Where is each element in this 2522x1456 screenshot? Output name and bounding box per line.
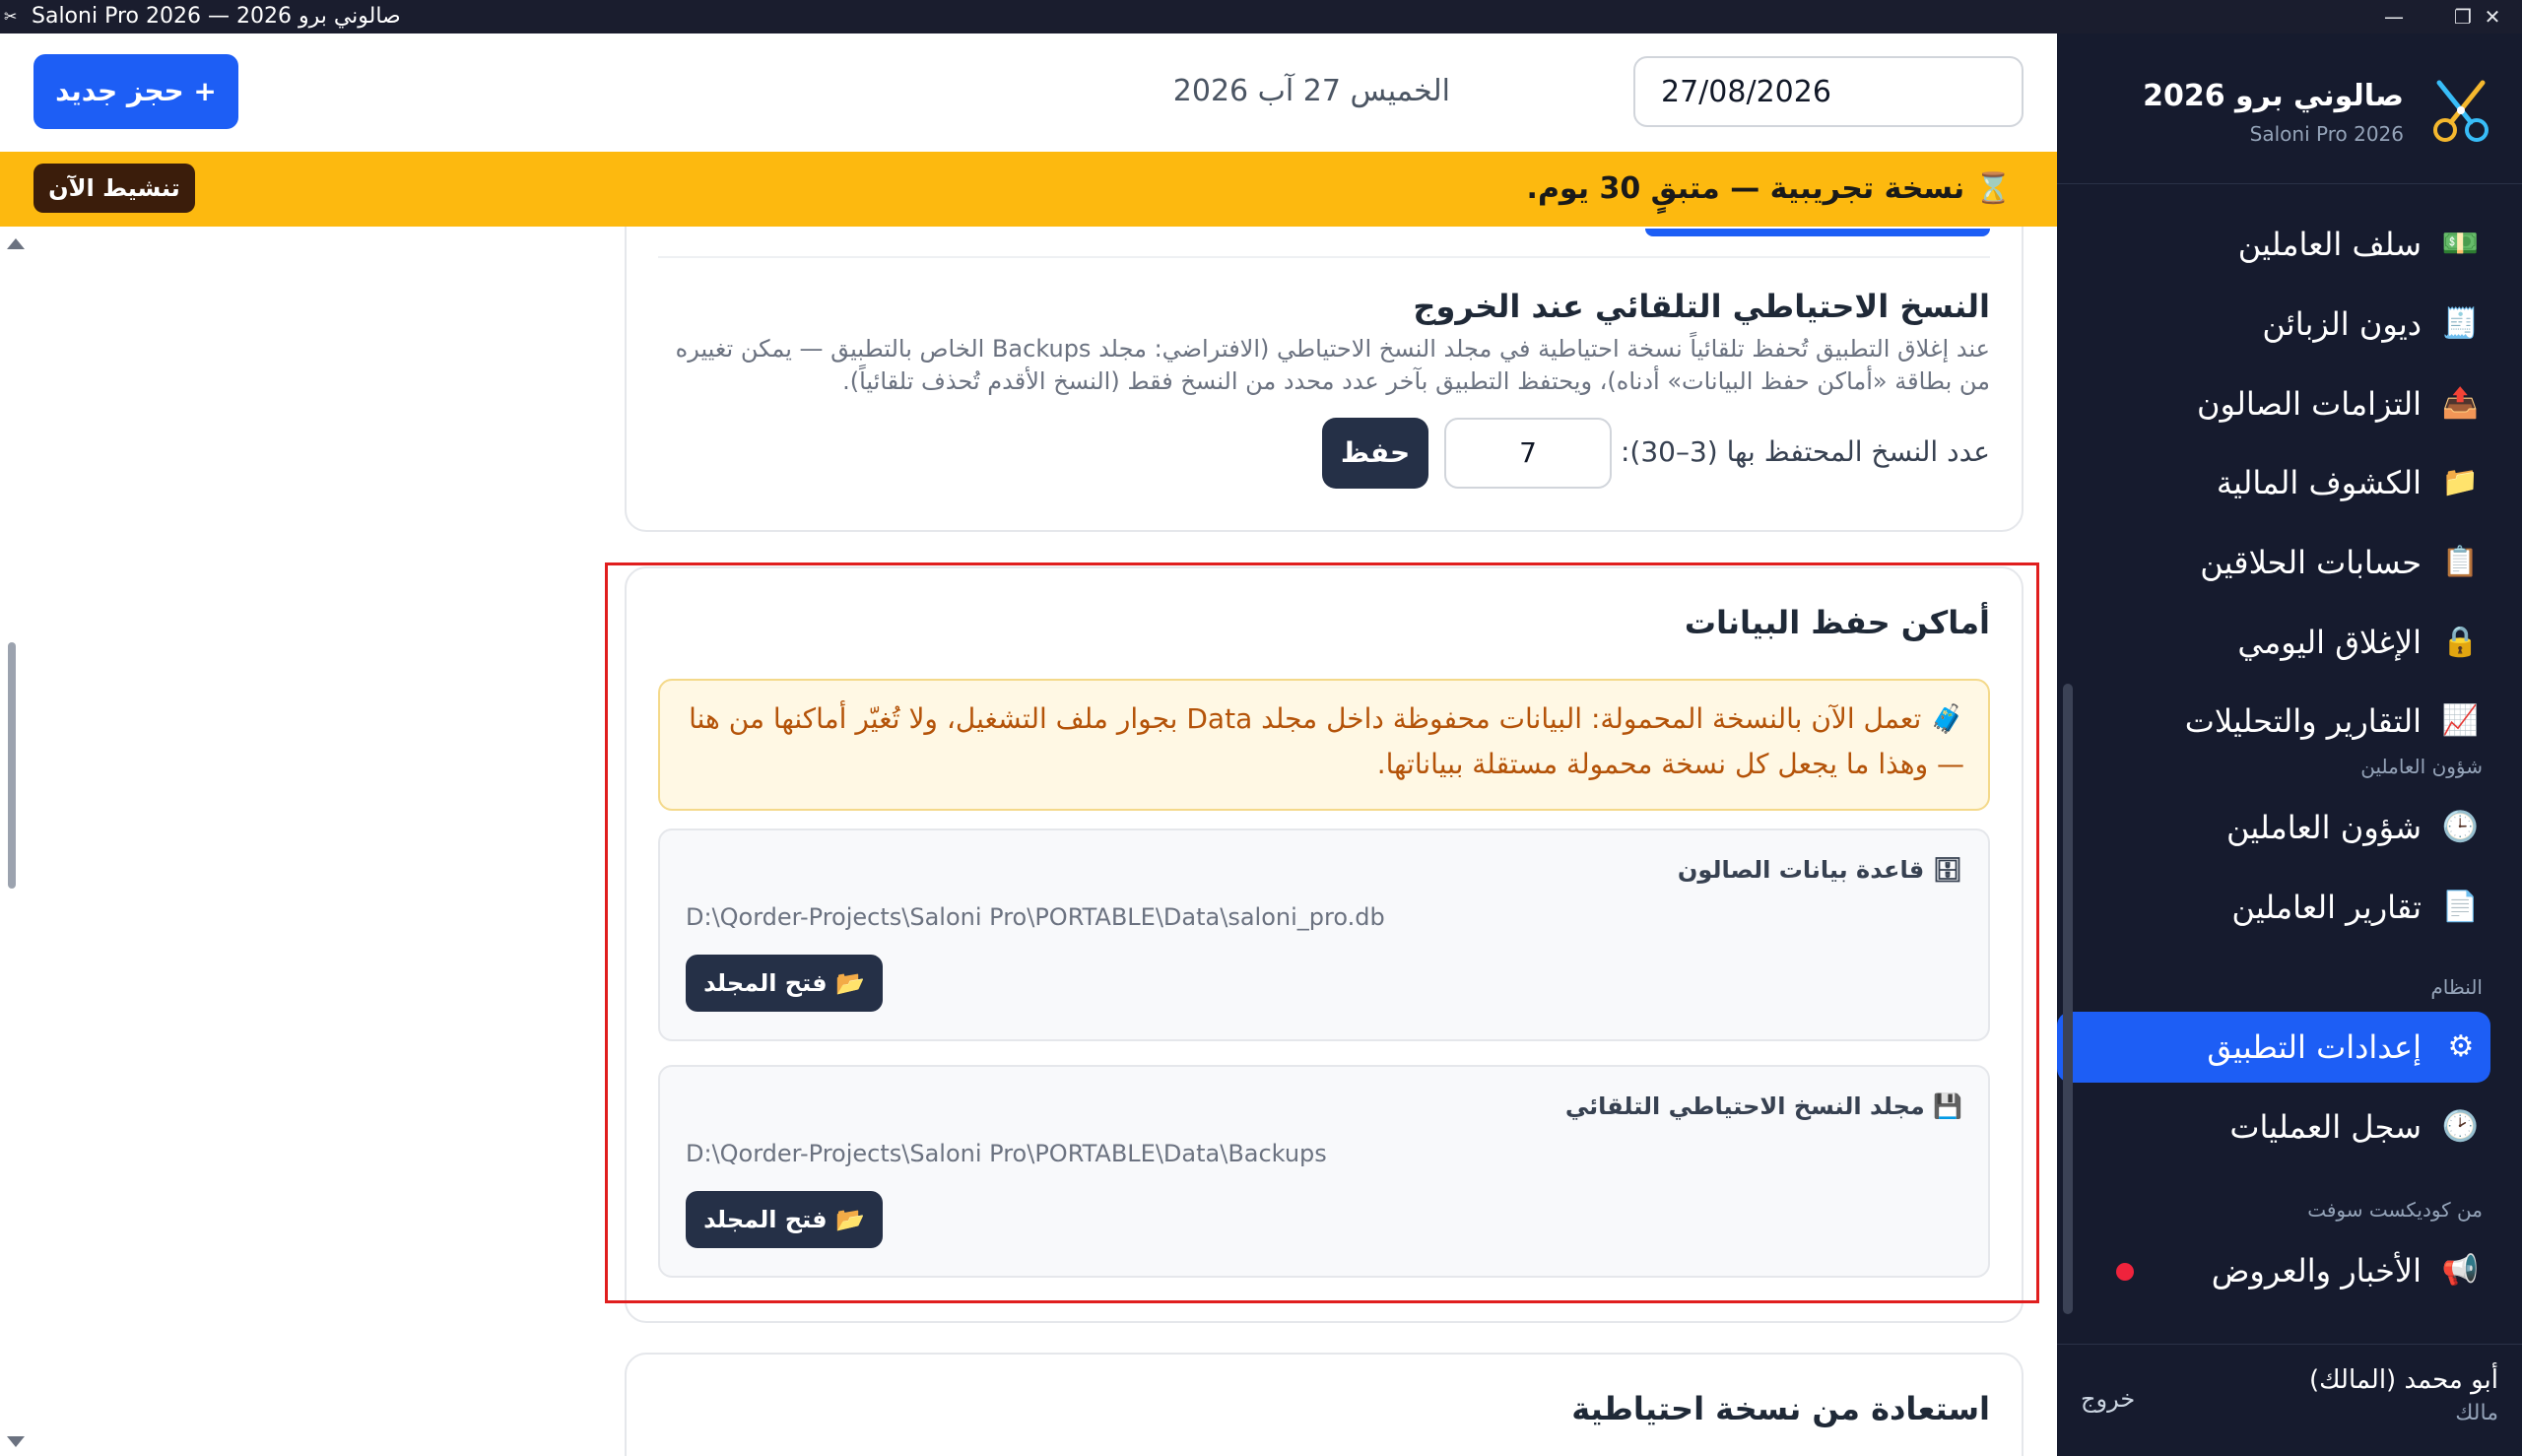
chart-up-icon: 📈	[2441, 703, 2479, 738]
content-scrollbar[interactable]	[0, 227, 25, 1456]
sidebar-item-financial-statements[interactable]: 📁 الكشوف المالية	[2057, 447, 2490, 518]
auto-backup-description: عند إغلاق التطبيق تُحفظ تلقائياً نسخة اح…	[675, 335, 1990, 395]
sidebar-section-vendor: من كوديكست سوفت	[2307, 1198, 2483, 1222]
scroll-up-arrow-icon[interactable]	[7, 238, 25, 249]
user-role: مالك	[2455, 1401, 2498, 1425]
content-scrollbar-thumb[interactable]	[8, 642, 16, 889]
sidebar-item-reports-analytics[interactable]: 📈 التقارير والتحليلات	[2057, 686, 2490, 757]
backup-count-input[interactable]: 7	[1444, 418, 1612, 489]
sidebar-item-label: إعدادات التطبيق	[2207, 1028, 2422, 1066]
clock-icon: 🕒	[2441, 810, 2479, 844]
folder-icon: 📁	[2441, 465, 2479, 499]
receipt-icon: 🧾	[2441, 306, 2479, 341]
sidebar-item-operations-log[interactable]: 🕑 سجل العمليات	[2057, 1092, 2490, 1162]
auto-backup-card: النسخ الاحتياطي التلقائي عند الخروج عند …	[625, 227, 2024, 532]
sidebar-item-label: تقارير العاملين	[2231, 889, 2422, 926]
brand: صالوني برو 2026 Saloni Pro 2026	[2085, 73, 2498, 181]
sidebar-item-label: شؤون العاملين	[2225, 809, 2422, 846]
brand-name: صالوني برو 2026	[2143, 79, 2404, 113]
sidebar-scrollbar-thumb[interactable]	[2063, 684, 2073, 1314]
backup-count-label: عدد النسخ المحتفظ بها (3–30):	[1620, 435, 1990, 468]
divider	[658, 256, 1990, 258]
minimize-button[interactable]: —	[2364, 0, 2423, 33]
app-icon: ✂	[4, 7, 18, 26]
date-input[interactable]: 27/08/2026	[1633, 56, 2024, 127]
notification-dot	[2116, 1263, 2134, 1281]
sidebar-item-label: حسابات الحلاقين	[2200, 544, 2422, 581]
card-button-edge	[1645, 229, 1990, 236]
scissors-logo-icon	[2423, 73, 2498, 148]
sidebar-item-staff-reports[interactable]: 📄 تقارير العاملين	[2057, 872, 2490, 943]
gear-icon: ⚙	[2447, 1029, 2475, 1064]
clock-icon: 🕑	[2441, 1109, 2479, 1144]
trial-message: ⌛ نسخة تجريبية — متبقٍ 30 يوم.	[1526, 171, 2012, 206]
sidebar-item-customer-debts[interactable]: 🧾 ديون الزبائن	[2057, 289, 2490, 360]
new-booking-button[interactable]: + حجز جديد	[33, 54, 238, 129]
sidebar-item-salon-obligations[interactable]: 📤 التزامات الصالون	[2057, 368, 2490, 439]
window-title: صالوني برو 2026 — Saloni Pro 2026	[32, 4, 401, 29]
sidebar-section-staff: شؤون العاملين	[2360, 755, 2483, 778]
sidebar-item-label: سلف العاملين	[2237, 226, 2422, 263]
sidebar-item-label: التزامات الصالون	[2197, 385, 2422, 423]
auto-backup-title: النسخ الاحتياطي التلقائي عند الخروج	[1413, 288, 1990, 325]
sidebar-item-staff-affairs[interactable]: 🕒 شؤون العاملين	[2057, 792, 2490, 863]
sidebar-item-label: ديون الزبائن	[2262, 305, 2422, 343]
date-display: الخميس 27 آب 2026	[1172, 74, 1450, 108]
activate-now-button[interactable]: تنشيط الآن	[33, 164, 195, 213]
trial-banner: ⌛ نسخة تجريبية — متبقٍ 30 يوم.	[0, 152, 2057, 227]
restore-backup-card: استعادة من نسخة احتياطية	[625, 1353, 2024, 1456]
sidebar-item-daily-closing[interactable]: 🔒 الإغلاق اليومي	[2057, 607, 2490, 678]
highlight-box	[605, 563, 2039, 1303]
sidebar-section-system: النظام	[2430, 975, 2483, 999]
scroll-down-arrow-icon[interactable]	[7, 1436, 25, 1447]
window-titlebar: ✂ صالوني برو 2026 — Saloni Pro 2026 — ❐ …	[0, 0, 2522, 33]
sidebar: صالوني برو 2026 Saloni Pro 2026 💵 سلف ال…	[2057, 33, 2522, 1456]
sidebar-item-app-settings[interactable]: ⚙ إعدادات التطبيق	[2057, 1012, 2490, 1083]
sidebar-scrollbar[interactable]	[2063, 191, 2075, 1334]
divider	[2057, 1344, 2522, 1345]
restore-title: استعادة من نسخة احتياطية	[1571, 1390, 1990, 1427]
user-name: أبو محمد (المالك)	[2308, 1365, 2498, 1395]
sidebar-item-barber-accounts[interactable]: 📋 حسابات الحلاقين	[2057, 527, 2490, 598]
sidebar-item-staff-advances[interactable]: 💵 سلف العاملين	[2057, 209, 2490, 280]
close-button[interactable]: ✕	[2463, 0, 2522, 33]
divider	[2057, 183, 2522, 184]
outbox-icon: 📤	[2441, 386, 2479, 421]
document-icon: 📄	[2441, 890, 2479, 924]
sidebar-item-label: الإغلاق اليومي	[2237, 624, 2422, 661]
money-icon: 💵	[2441, 227, 2479, 261]
save-button[interactable]: حفظ	[1322, 418, 1428, 489]
date-input-value: 27/08/2026	[1661, 75, 1831, 109]
sidebar-item-label: الكشوف المالية	[2216, 464, 2422, 501]
sidebar-item-label: سجل العمليات	[2229, 1108, 2422, 1146]
brand-subtitle: Saloni Pro 2026	[2249, 122, 2404, 146]
clipboard-icon: 📋	[2441, 545, 2479, 579]
sidebar-item-label: التقارير والتحليلات	[2184, 702, 2422, 740]
lock-icon: 🔒	[2441, 625, 2479, 659]
megaphone-icon: 📢	[2441, 1253, 2479, 1288]
sidebar-item-news-offers[interactable]: 📢 الأخبار والعروض	[2057, 1235, 2490, 1306]
sidebar-item-label: الأخبار والعروض	[2211, 1252, 2422, 1290]
logout-button[interactable]: خروج	[2081, 1385, 2135, 1413]
